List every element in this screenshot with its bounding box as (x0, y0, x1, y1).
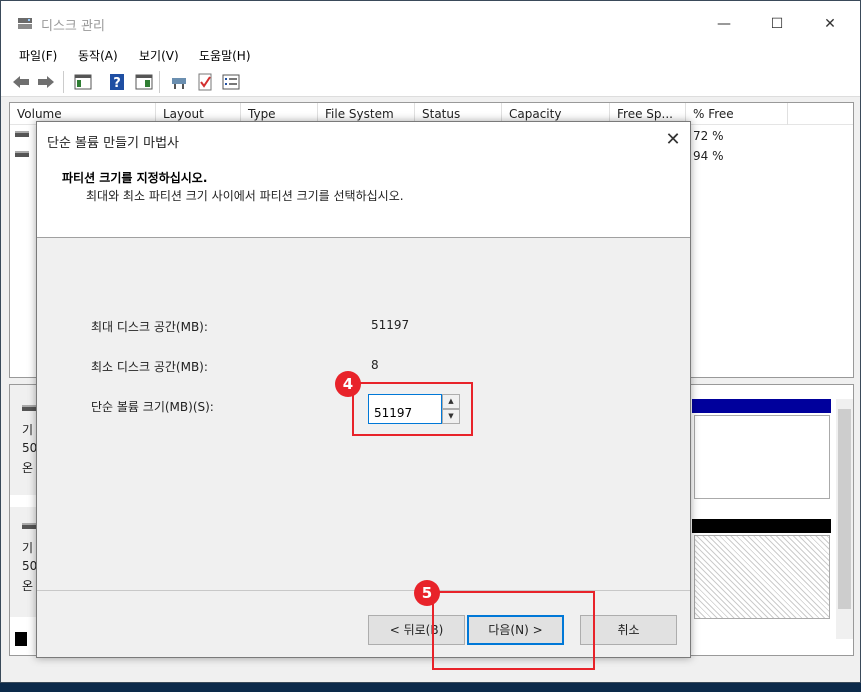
toolbar-separator (63, 71, 64, 93)
vertical-scrollbar[interactable] (836, 399, 853, 639)
disk-1-status: 온 (22, 579, 34, 593)
menu-action[interactable]: 동작(A) (78, 47, 118, 64)
disk-icon (22, 523, 36, 529)
volume-bar-unallocated (692, 519, 831, 533)
wizard-subheading: 최대와 최소 파티션 크기 사이에서 파티션 크기를 선택하십시오. (86, 189, 404, 203)
highlight-volume-size (352, 382, 473, 436)
disk-0-status: 온 (22, 461, 34, 475)
toolbar: ? (1, 67, 860, 97)
window-title: 디스크 관리 (41, 19, 105, 34)
wizard-header: 파티션 크기를 지정하십시오. 최대와 최소 파티션 크기 사이에서 파티션 크… (37, 158, 690, 238)
back-arrow-icon[interactable] (11, 72, 31, 92)
list-view-icon[interactable] (221, 72, 241, 92)
min-space-label: 최소 디스크 공간(MB): (91, 360, 208, 374)
help-icon[interactable]: ? (107, 72, 127, 92)
svg-text:?: ? (113, 76, 121, 91)
volume-row-free-pct: 72 % (693, 129, 724, 143)
min-space-value: 8 (371, 358, 379, 372)
highlight-next-button (432, 591, 595, 670)
wizard-close-button[interactable]: ✕ (661, 128, 685, 152)
title-bar: 디스크 관리 — ☐ ✕ (1, 1, 860, 41)
wizard-heading: 파티션 크기를 지정하십시오. (62, 171, 208, 185)
minimize-button[interactable]: — (701, 9, 747, 39)
connect-icon[interactable] (169, 72, 189, 92)
wizard-title-bar: 단순 볼륨 만들기 마법사 ✕ (37, 122, 690, 158)
volume-size-label: 단순 볼륨 크기(MB)(S): (91, 400, 214, 414)
menu-bar: 파일(F) 동작(A) 보기(V) 도움말(H) (1, 41, 860, 67)
action-pane-icon[interactable] (134, 72, 154, 92)
volume-row-free-pct: 94 % (693, 149, 724, 163)
unallocated-block[interactable] (694, 535, 830, 619)
menu-view[interactable]: 보기(V) (139, 47, 179, 64)
disk-icon (22, 405, 36, 411)
volume-icon (15, 151, 29, 157)
disk-management-icon (18, 18, 32, 29)
wizard-title: 단순 볼륨 만들기 마법사 (47, 136, 179, 151)
volume-block[interactable] (694, 415, 830, 499)
forward-arrow-icon[interactable] (36, 72, 56, 92)
scrollbar-thumb[interactable] (838, 409, 851, 609)
max-space-label: 최대 디스크 공간(MB): (91, 320, 208, 334)
menu-help[interactable]: 도움말(H) (199, 47, 251, 64)
toolbar-separator (159, 71, 160, 93)
step-badge-4: 4 (335, 371, 361, 397)
disk-1-type: 기 (22, 541, 34, 555)
close-button[interactable]: ✕ (807, 9, 853, 39)
console-tree-icon[interactable] (73, 72, 93, 92)
legend-unallocated-swatch (15, 632, 27, 646)
column-percent-free[interactable]: % Free (686, 103, 788, 125)
maximize-button[interactable]: ☐ (754, 9, 800, 39)
volume-icon (15, 131, 29, 137)
disk-0-type: 기 (22, 423, 34, 437)
properties-check-icon[interactable] (195, 72, 215, 92)
menu-file[interactable]: 파일(F) (19, 47, 57, 64)
step-badge-5: 5 (414, 580, 440, 606)
volume-bar-primary (692, 399, 831, 413)
max-space-value: 51197 (371, 318, 410, 332)
